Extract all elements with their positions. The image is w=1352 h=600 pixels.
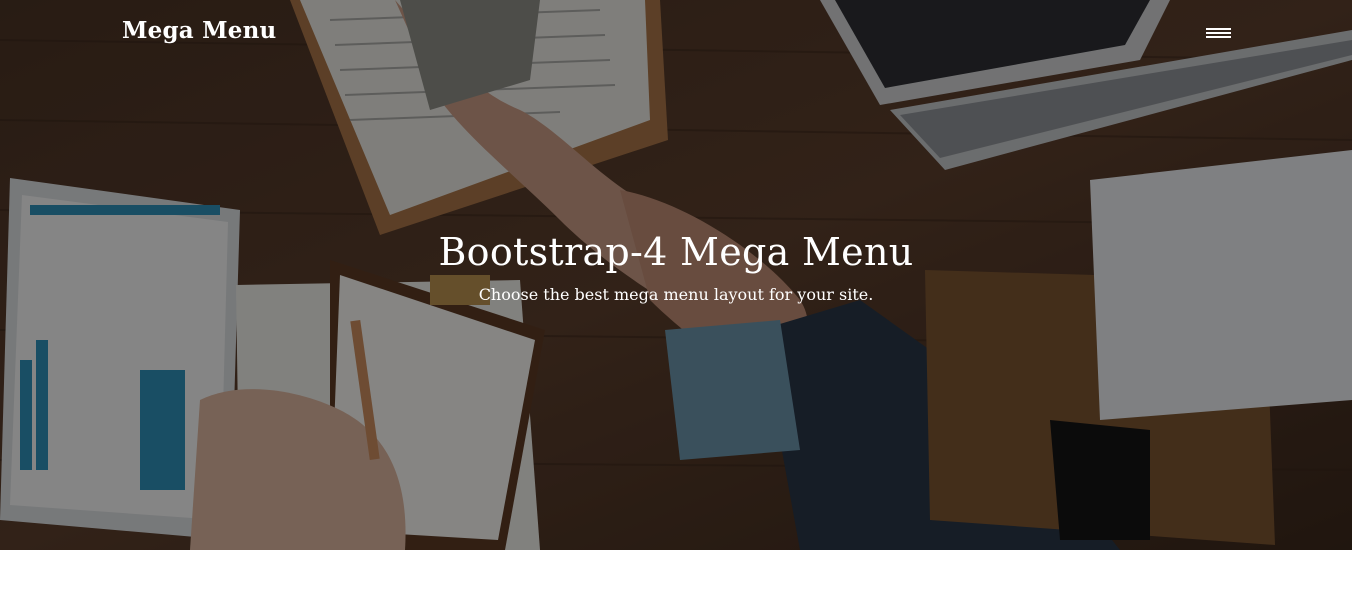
hamburger-menu-icon-line (1206, 32, 1231, 34)
hero-content: Bootstrap-4 Mega Menu Choose the best me… (0, 224, 1352, 306)
page-content-area (0, 550, 1352, 600)
hamburger-menu-button[interactable] (1200, 20, 1236, 46)
brand-logo-link[interactable]: Mega Menu (122, 15, 276, 47)
navbar: Mega Menu (0, 0, 1352, 64)
hamburger-menu-icon (1206, 28, 1231, 30)
hero-section: Mega Menu Bootstrap-4 Mega Menu Choose t… (0, 0, 1352, 550)
hero-title: Bootstrap-4 Mega Menu (438, 230, 914, 274)
hero-subtitle: Choose the best mega menu layout for you… (478, 285, 874, 304)
hamburger-menu-icon-line (1206, 36, 1231, 38)
